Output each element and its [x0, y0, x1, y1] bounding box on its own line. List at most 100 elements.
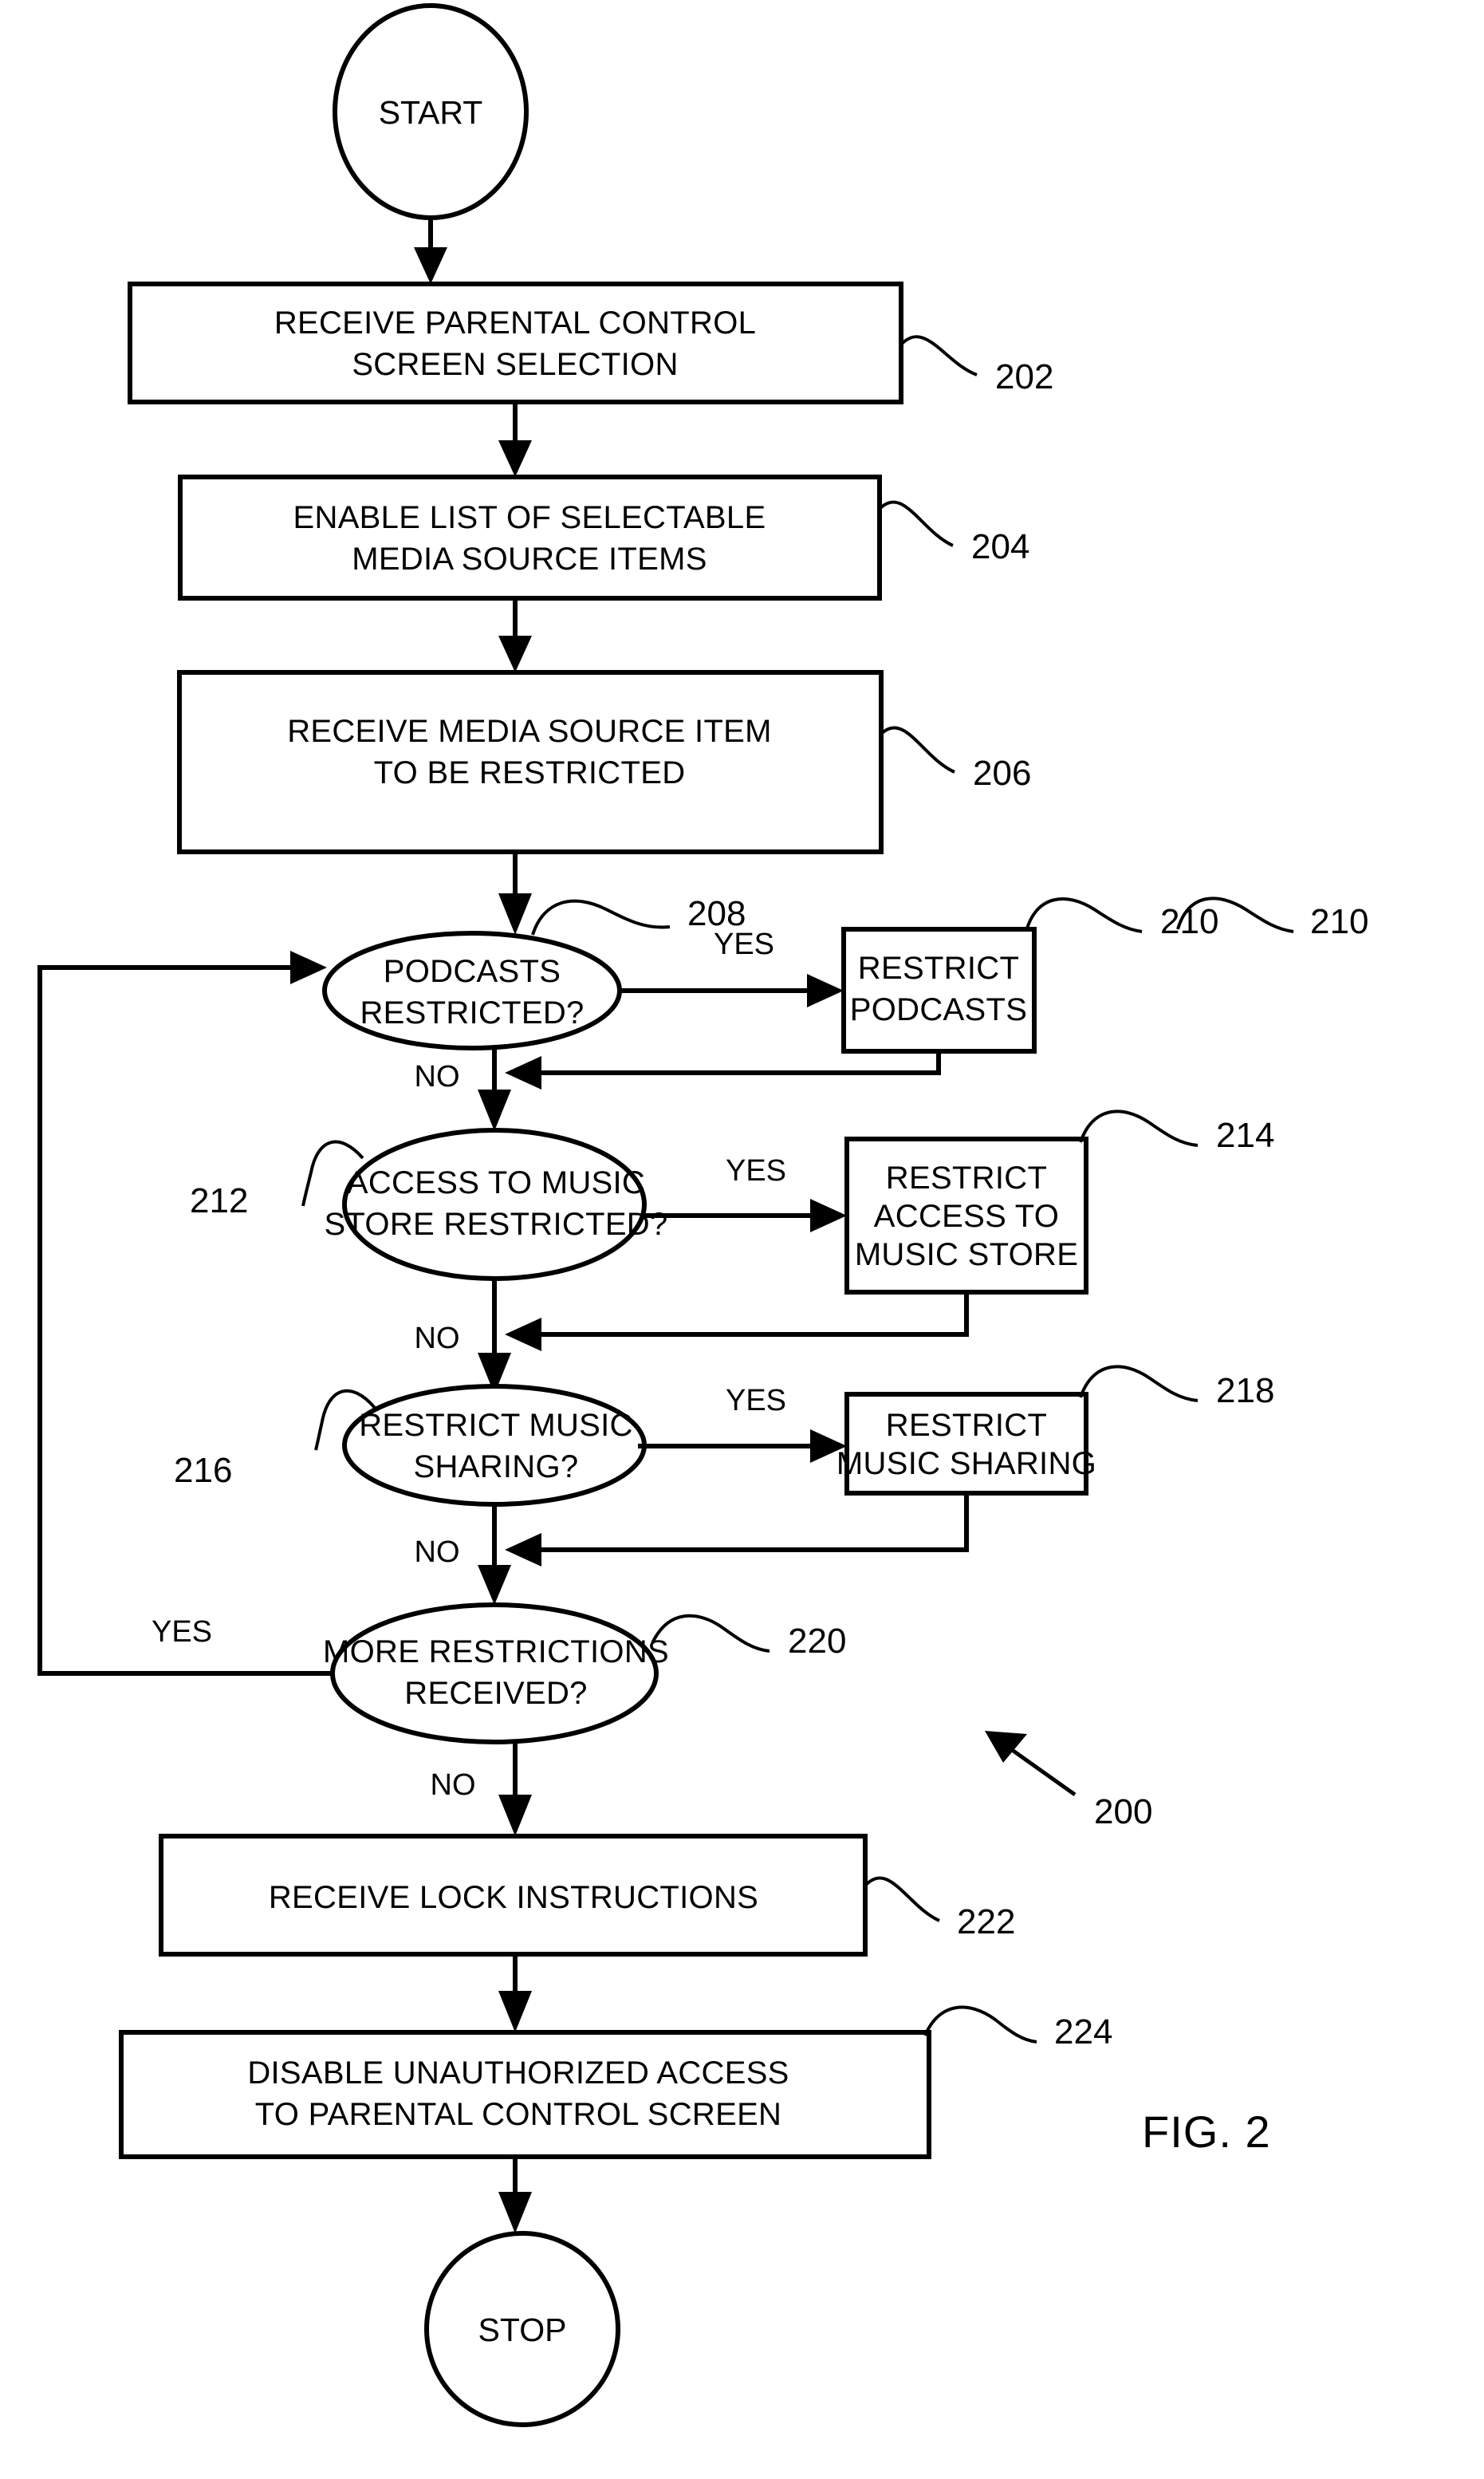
ref-204: 204 [971, 527, 1029, 566]
box-202-rect [128, 282, 903, 404]
leader-218 [1079, 1365, 1199, 1402]
oval-220-line1: MORE RESTRICTIONS [323, 1634, 669, 1669]
connector-210-return [505, 1051, 941, 1090]
stop-label: STOP [478, 2312, 567, 2348]
ref-212: 212 [190, 1181, 248, 1220]
connector-208-yes-to-210: YES [620, 928, 844, 1007]
oval-208-line1: PODCASTS [384, 954, 561, 989]
figure-label: FIG. 2 [1142, 2107, 1271, 2157]
process-box-224: DISABLE UNAUTHORIZED ACCESS TO PARENTAL … [119, 2005, 1112, 2159]
process-box-204: ENABLE LIST OF SELECTABLE MEDIA SOURCE I… [178, 475, 1029, 601]
connector-204-to-206 [498, 598, 532, 672]
decision-oval-220: MORE RESTRICTIONS RECEIVED? 220 [323, 1602, 846, 1744]
ref-202: 202 [995, 357, 1053, 396]
box-224-line1: DISABLE UNAUTHORIZED ACCESS [247, 2055, 789, 2091]
connector-220-no-to-222: NO [431, 1742, 532, 1836]
box-222-line1: RECEIVE LOCK INSTRUCTIONS [269, 1880, 758, 1915]
connector-208-no-to-212: NO [415, 1048, 511, 1131]
arrowhead [498, 2192, 532, 2233]
leader-224 [923, 2005, 1037, 2044]
ref-200-line [1002, 1741, 1077, 1797]
ref-214: 214 [1216, 1116, 1274, 1155]
connector-214-return [505, 1292, 969, 1351]
ref-216: 216 [174, 1451, 232, 1490]
connector-202-to-204 [498, 402, 532, 477]
oval-212-line2: STORE RESTRICTED? [324, 1207, 667, 1242]
ref-206: 206 [973, 754, 1031, 793]
arrowhead [498, 636, 532, 672]
arrowhead [505, 1318, 541, 1351]
process-box-210: RESTRICT PODCASTS 210 [841, 897, 1368, 1054]
branch-label-yes-220: YES [152, 1615, 212, 1649]
arrowhead [498, 893, 532, 935]
oval-220 [330, 1602, 659, 1744]
branch-label-yes-208: YES [714, 928, 774, 961]
connector-212-no-to-216: NO [415, 1279, 511, 1394]
oval-208 [322, 931, 622, 1050]
start-label: START [379, 94, 483, 131]
oval-212 [342, 1128, 647, 1281]
arrowhead [807, 974, 844, 1007]
box-224-rect [119, 2030, 931, 2159]
oval-220-line2: RECEIVED? [404, 1676, 587, 1711]
box-206-line2: TO BE RESTRICTED [374, 755, 686, 790]
box-218-line2: MUSIC SHARING [836, 1446, 1096, 1481]
leader-202 [899, 335, 978, 376]
box-214-line3: MUSIC STORE [855, 1237, 1078, 1272]
decision-oval-216: RESTRICT MUSIC SHARING? 216 [174, 1384, 647, 1507]
connector-line [527, 1292, 969, 1337]
box-210-line2: PODCASTS [850, 992, 1027, 1027]
ref-220: 220 [788, 1622, 846, 1661]
branch-label-yes-216: YES [726, 1384, 786, 1417]
box-210-line1: RESTRICT [858, 951, 1019, 986]
ref-222: 222 [957, 1902, 1015, 1941]
leader-222 [864, 1876, 940, 1922]
arrowhead [478, 1565, 511, 1605]
oval-212-line1: ACCESS TO MUSIC [347, 1165, 645, 1200]
leader-214 [1079, 1109, 1199, 1147]
connector-216-no-to-220: NO [415, 1504, 511, 1605]
connector-216-yes-to-218: YES [638, 1384, 847, 1463]
arrowhead [505, 1533, 541, 1567]
box-204-line1: ENABLE LIST OF SELECTABLE [293, 500, 766, 535]
box-214-line1: RESTRICT [886, 1161, 1047, 1196]
leader-206 [880, 726, 955, 774]
oval-216-line2: SHARING? [414, 1449, 579, 1484]
process-box-214: RESTRICT ACCESS TO MUSIC STORE 214 [844, 1109, 1274, 1295]
oval-216 [342, 1384, 647, 1507]
ref-200-text: 200 [1094, 1792, 1152, 1831]
leader-204 [878, 500, 954, 547]
box-202-line2: SCREEN SELECTION [352, 347, 678, 382]
branch-label-no-212: NO [415, 1322, 460, 1355]
box-206-line1: RECEIVE MEDIA SOURCE ITEM [287, 714, 772, 749]
arrowhead [498, 1991, 532, 2032]
process-box-206: RECEIVE MEDIA SOURCE ITEM TO BE RESTRICT… [177, 670, 1031, 854]
branch-label-no-216: NO [415, 1535, 460, 1569]
ref-224: 224 [1054, 2012, 1112, 2051]
connector-218-return [505, 1493, 969, 1567]
connector-line [527, 1051, 941, 1075]
branch-label-no-208: NO [415, 1060, 460, 1094]
connector-line [37, 965, 333, 1676]
arrowhead [478, 1090, 511, 1131]
arrowhead [810, 1199, 847, 1232]
ref-210: 210 [1310, 902, 1368, 941]
patent-figure-2: START RECEIVE PARENTAL CONTROL SCREEN SE… [0, 0, 1484, 2479]
oval-216-line1: RESTRICT MUSIC [359, 1408, 632, 1443]
process-box-202: RECEIVE PARENTAL CONTROL SCREEN SELECTIO… [128, 282, 1053, 404]
leader-208 [531, 899, 671, 936]
connector-220-yes-loop-to-208: YES [37, 951, 333, 1676]
terminator-start: START [333, 3, 529, 220]
leader-220 [651, 1614, 770, 1653]
oval-208-line2: RESTRICTED? [360, 995, 584, 1031]
overall-reference-200: 200 [985, 1731, 1152, 1831]
process-box-218: RESTRICT MUSIC SHARING 218 [836, 1365, 1274, 1496]
box-202-line1: RECEIVE PARENTAL CONTROL [274, 305, 756, 341]
branch-label-no-220: NO [431, 1768, 476, 1802]
arrowhead [290, 951, 327, 984]
connector-line [527, 1493, 969, 1552]
connector-206-to-208 [498, 852, 532, 935]
arrowhead [498, 440, 532, 477]
connector-212-yes-to-214: YES [642, 1154, 847, 1232]
connector-222-to-224 [498, 1954, 532, 2032]
